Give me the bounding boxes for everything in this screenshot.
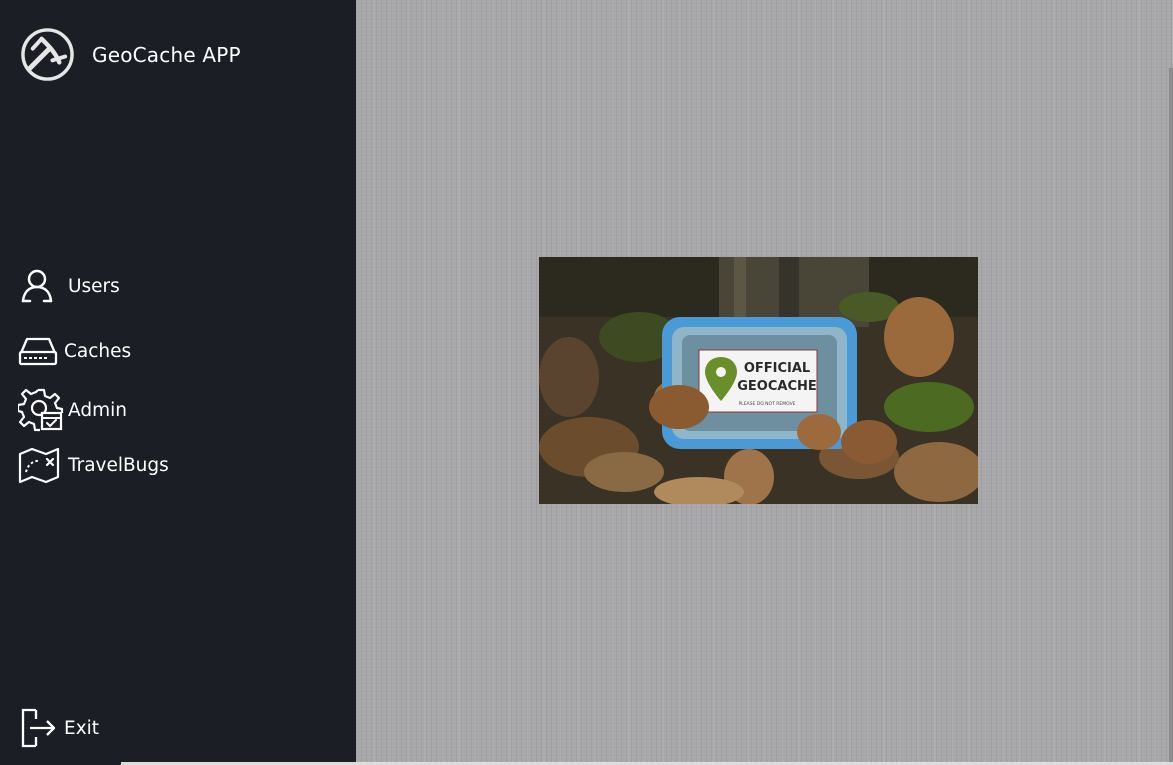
sign-line-2: GEOCACHE xyxy=(737,379,817,394)
nav-admin[interactable]: Admin xyxy=(18,387,127,433)
geocache-photo: OFFICIAL GEOCACHE PLEASE DO NOT REMOVE xyxy=(539,257,978,504)
nav-travelbugs-label: TravelBugs xyxy=(68,454,169,476)
map-route-icon xyxy=(18,447,60,484)
user-icon xyxy=(21,269,53,303)
main-content: OFFICIAL GEOCACHE PLEASE DO NOT REMOVE xyxy=(356,0,1173,762)
nav-users[interactable]: Users xyxy=(18,267,120,305)
app-window: GeoCache APP Users Caches Admin TravelBu… xyxy=(0,0,1173,765)
window-edge xyxy=(1169,68,1173,762)
sign-line-1: OFFICIAL xyxy=(744,361,810,376)
nav-travelbugs[interactable]: TravelBugs xyxy=(18,446,169,484)
sign-line-3: PLEASE DO NOT REMOVE xyxy=(738,401,795,407)
geocaching-logo-icon xyxy=(21,28,74,81)
nav-caches[interactable]: Caches xyxy=(18,333,131,369)
hard-drive-icon xyxy=(18,337,58,366)
exit-button[interactable]: Exit xyxy=(20,708,99,748)
nav-users-label: Users xyxy=(68,275,120,297)
exit-icon xyxy=(21,708,56,748)
exit-label: Exit xyxy=(64,717,100,739)
nav-caches-label: Caches xyxy=(64,340,132,362)
brand: GeoCache APP xyxy=(20,27,241,82)
admin-settings-icon xyxy=(18,388,64,432)
app-title: GeoCache APP xyxy=(92,42,241,67)
sidebar: GeoCache APP Users Caches Admin TravelBu… xyxy=(0,0,356,762)
nav-admin-label: Admin xyxy=(68,399,127,421)
